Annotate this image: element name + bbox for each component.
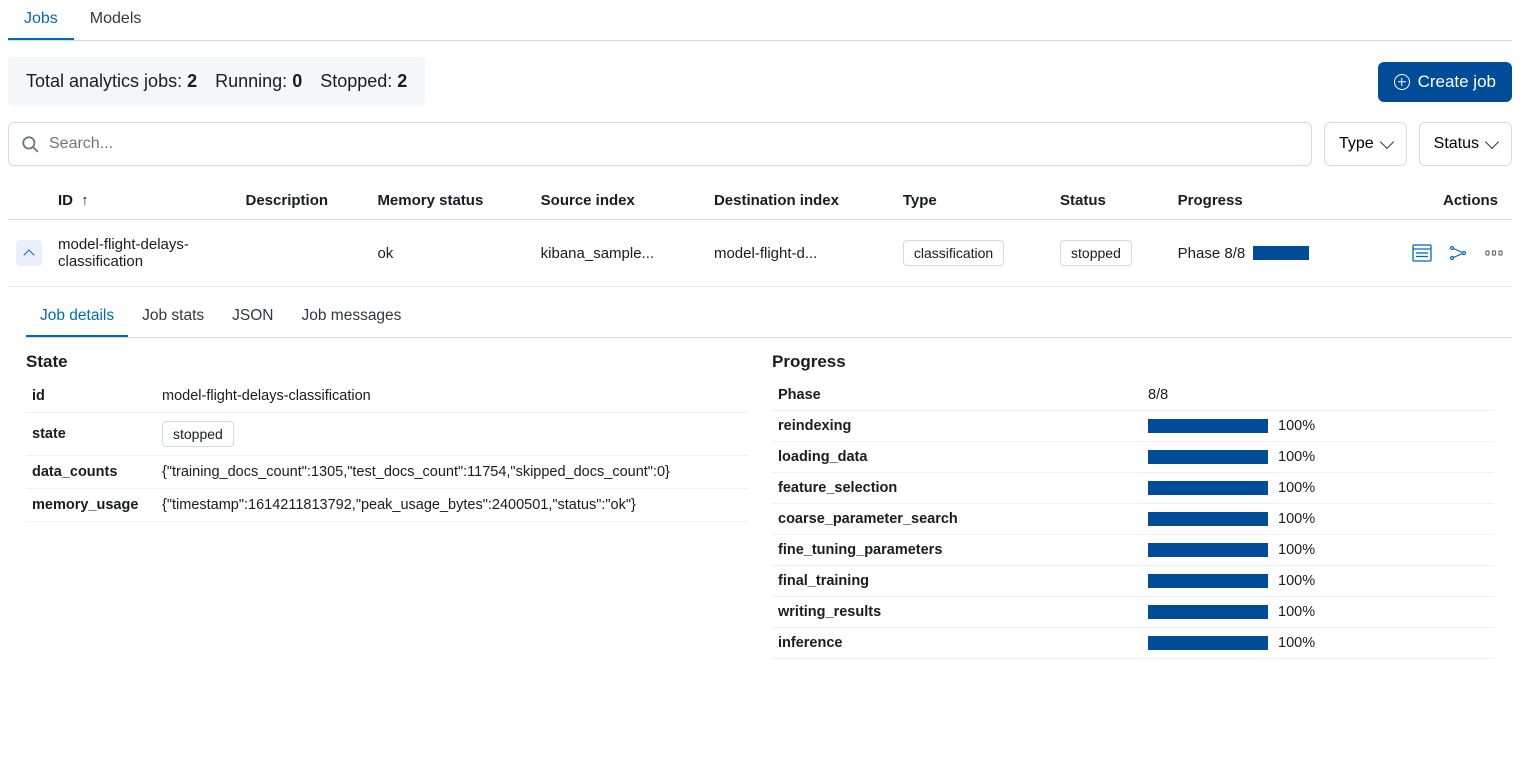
create-job-button[interactable]: Create job xyxy=(1378,62,1512,102)
cell-id: model-flight-delays-classification xyxy=(50,220,238,287)
chevron-down-icon xyxy=(1380,135,1394,149)
progress-item-label: fine_tuning_parameters xyxy=(772,535,1142,566)
type-badge: classification xyxy=(903,240,1004,266)
col-memory[interactable]: Memory status xyxy=(369,182,532,220)
progress-pct: 100% xyxy=(1278,573,1315,589)
progress-pct: 100% xyxy=(1278,635,1315,651)
progress-item-label: loading_data xyxy=(772,442,1142,473)
col-source[interactable]: Source index xyxy=(533,182,706,220)
stats-summary: Total analytics jobs: 2 Running: 0 Stopp… xyxy=(8,57,425,106)
table-row: model-flight-delays-classification ok ki… xyxy=(8,220,1512,287)
col-actions: Actions xyxy=(1367,182,1512,220)
chevron-up-icon xyxy=(23,249,34,260)
state-id-value: model-flight-delays-classification xyxy=(156,380,748,413)
progress-bar xyxy=(1148,636,1268,650)
progress-item-label: inference xyxy=(772,628,1142,659)
filter-type-dropdown[interactable]: Type xyxy=(1324,122,1407,166)
progress-pct: 100% xyxy=(1278,449,1315,465)
progress-pct: 100% xyxy=(1278,511,1315,527)
search-icon xyxy=(21,135,39,153)
progress-pct: 100% xyxy=(1278,542,1315,558)
progress-pct: 100% xyxy=(1278,418,1315,434)
state-id-label: id xyxy=(26,380,156,413)
chevron-down-icon xyxy=(1485,135,1499,149)
progress-item-label: writing_results xyxy=(772,597,1142,628)
col-description[interactable]: Description xyxy=(238,182,370,220)
progress-pct: 100% xyxy=(1278,604,1315,620)
col-dest[interactable]: Destination index xyxy=(706,182,895,220)
running-label: Running: xyxy=(215,71,287,91)
more-actions-icon[interactable] xyxy=(1484,244,1504,262)
graph-view-icon[interactable] xyxy=(1448,244,1468,262)
progress-item-label: reindexing xyxy=(772,411,1142,442)
running-value: 0 xyxy=(292,71,302,91)
cell-memory: ok xyxy=(369,220,532,287)
view-details-icon[interactable] xyxy=(1412,244,1432,262)
total-value: 2 xyxy=(187,71,197,91)
progress-pct: 100% xyxy=(1278,480,1315,496)
state-panel: State idmodel-flight-delays-classificati… xyxy=(26,352,748,659)
progress-item-label: coarse_parameter_search xyxy=(772,504,1142,535)
progress-bar xyxy=(1148,512,1268,526)
col-type[interactable]: Type xyxy=(895,182,1052,220)
expand-toggle-button[interactable] xyxy=(16,240,42,266)
progress-item-label: final_training xyxy=(772,566,1142,597)
col-id[interactable]: ID ↑ xyxy=(50,182,238,220)
status-badge: stopped xyxy=(1060,240,1132,266)
progress-bar xyxy=(1148,481,1268,495)
total-label: Total analytics jobs: xyxy=(26,71,182,91)
progress-bar xyxy=(1148,605,1268,619)
create-job-label: Create job xyxy=(1418,72,1496,92)
progress-panel: Progress Phase8/8 reindexing 100% loading… xyxy=(772,352,1494,659)
phase-label: Phase 8/8 xyxy=(1178,245,1246,262)
col-status[interactable]: Status xyxy=(1052,182,1170,220)
progress-bar xyxy=(1148,419,1268,433)
state-state-badge: stopped xyxy=(162,421,234,447)
state-mu-value: {"timestamp":1614211813792,"peak_usage_b… xyxy=(156,489,748,522)
progress-bar xyxy=(1148,574,1268,588)
state-dc-label: data_counts xyxy=(26,456,156,489)
plus-circle-icon xyxy=(1394,74,1410,90)
stopped-value: 2 xyxy=(397,71,407,91)
sort-asc-icon: ↑ xyxy=(81,192,89,209)
state-mu-label: memory_usage xyxy=(26,489,156,522)
tab-job-details[interactable]: Job details xyxy=(26,297,128,337)
state-state-label: state xyxy=(26,413,156,456)
progress-bar xyxy=(1148,450,1268,464)
progress-phase-label: Phase xyxy=(772,380,1142,411)
search-box[interactable] xyxy=(8,122,1312,166)
filter-status-label: Status xyxy=(1434,135,1479,153)
jobs-table: ID ↑ Description Memory status Source in… xyxy=(8,182,1512,287)
cell-description xyxy=(238,220,370,287)
tab-job-messages[interactable]: Job messages xyxy=(287,297,415,337)
progress-heading: Progress xyxy=(772,352,1494,372)
state-heading: State xyxy=(26,352,748,372)
filter-status-dropdown[interactable]: Status xyxy=(1419,122,1512,166)
stopped-label: Stopped: xyxy=(320,71,392,91)
filter-type-label: Type xyxy=(1339,135,1374,153)
main-tab-bar: Jobs Models xyxy=(8,0,1512,41)
cell-source: kibana_sample... xyxy=(533,220,706,287)
search-input[interactable] xyxy=(39,135,1299,153)
state-dc-value: {"training_docs_count":1305,"test_docs_c… xyxy=(156,456,748,489)
cell-dest: model-flight-d... xyxy=(706,220,895,287)
progress-bar xyxy=(1148,543,1268,557)
tab-json[interactable]: JSON xyxy=(218,297,287,337)
tab-jobs[interactable]: Jobs xyxy=(8,0,74,40)
progress-bar xyxy=(1253,246,1309,260)
detail-tab-bar: Job details Job stats JSON Job messages xyxy=(26,297,1512,338)
tab-job-stats[interactable]: Job stats xyxy=(128,297,218,337)
progress-phase-value: 8/8 xyxy=(1142,380,1494,411)
progress-item-label: feature_selection xyxy=(772,473,1142,504)
tab-models[interactable]: Models xyxy=(74,0,158,40)
col-progress[interactable]: Progress xyxy=(1170,182,1368,220)
